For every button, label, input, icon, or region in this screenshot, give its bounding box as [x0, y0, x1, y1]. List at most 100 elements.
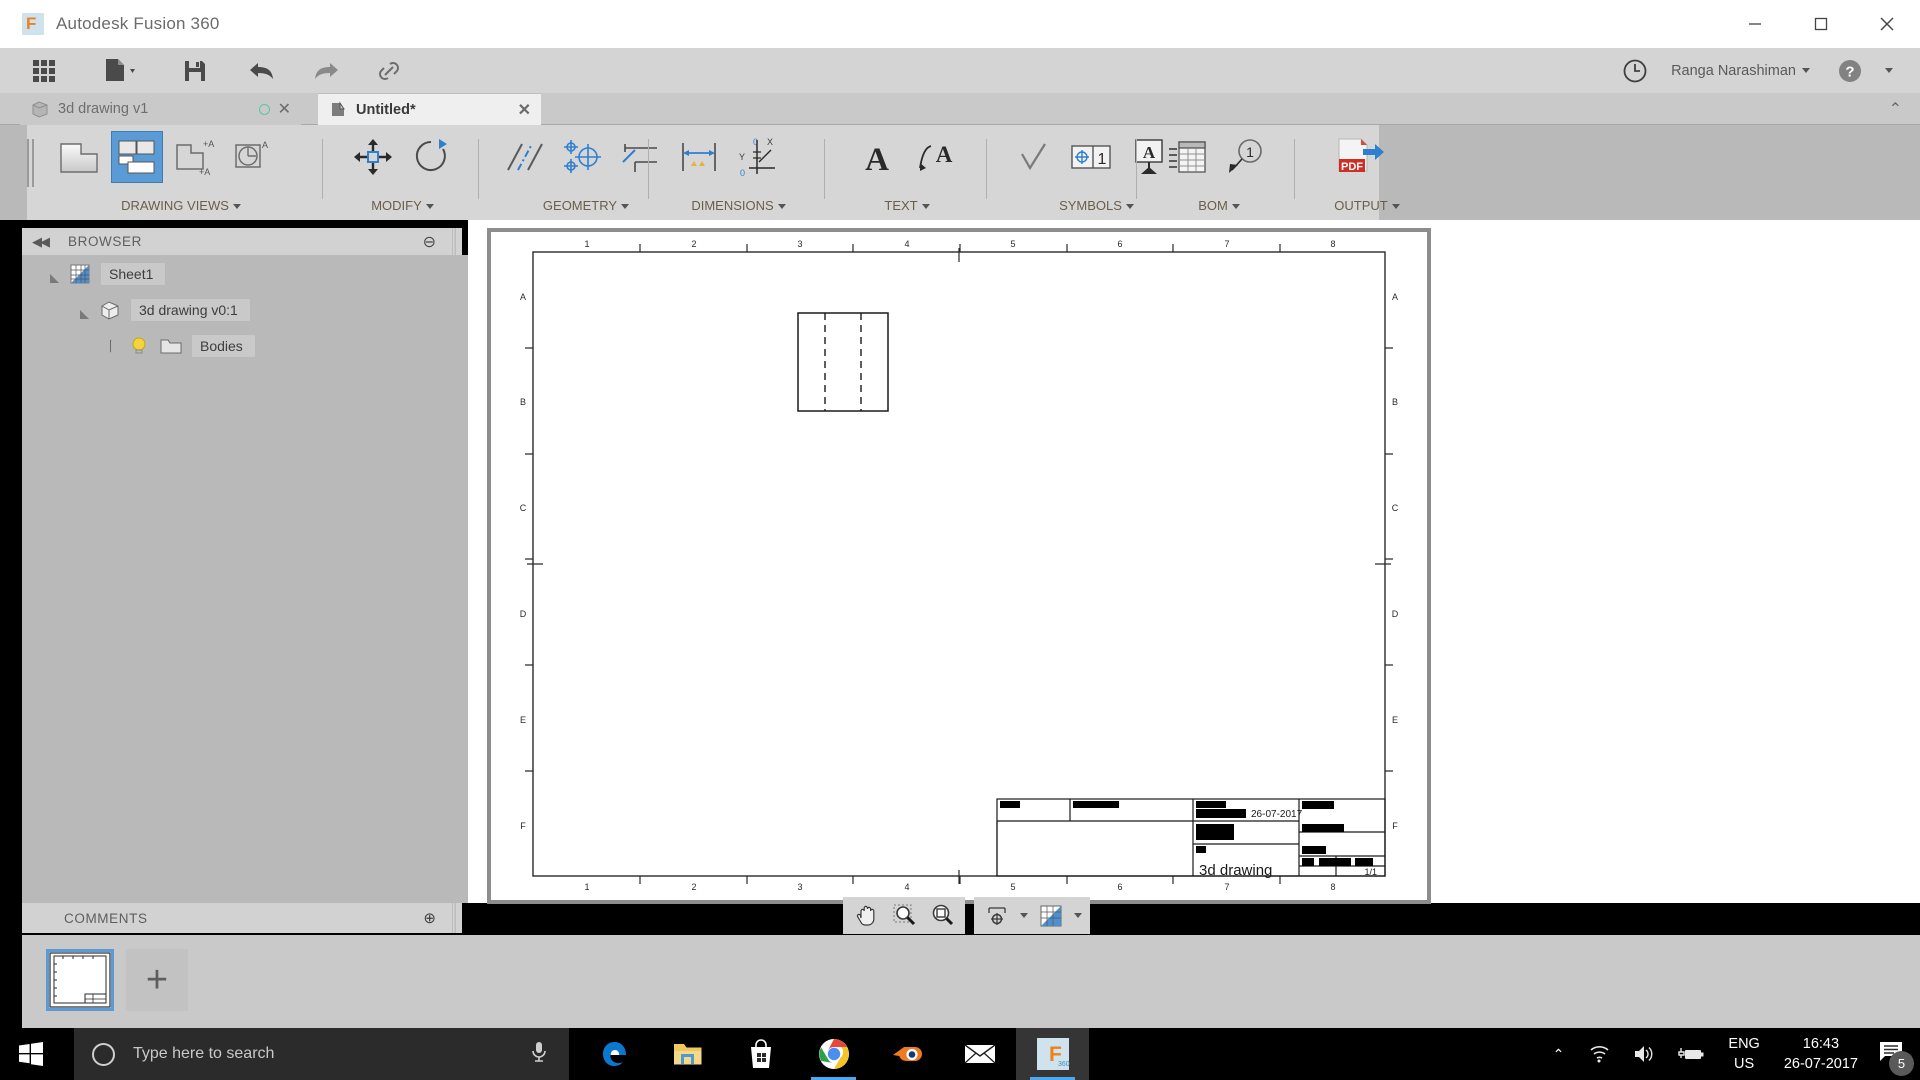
tab-close-icon[interactable]: ✕	[278, 99, 291, 119]
add-sheet-button[interactable]: +	[126, 949, 188, 1011]
ribbon-group-drawing-views: +A +A A DRAWING VIEWS	[46, 125, 316, 220]
blender-icon[interactable]	[870, 1028, 943, 1080]
tab-3d-drawing-v1[interactable]: 3d drawing v1 ✕	[20, 93, 301, 125]
ribbon-group-label[interactable]: MODIFY	[330, 198, 475, 213]
move-view-button[interactable]	[347, 131, 399, 183]
store-icon[interactable]	[724, 1028, 797, 1080]
base-view-button[interactable]	[53, 131, 105, 183]
component-tab-icon	[32, 101, 48, 118]
mail-icon[interactable]	[943, 1028, 1016, 1080]
svg-text:E: E	[520, 715, 526, 725]
show-hidden-icons[interactable]: ⌃	[1553, 1046, 1565, 1063]
collapse-browser-icon[interactable]: ◀◀	[32, 234, 50, 250]
clock[interactable]: 16:43 26-07-2017	[1784, 1034, 1858, 1074]
display-settings-icon[interactable]	[978, 899, 1016, 933]
section-view-button[interactable]: A	[227, 131, 279, 183]
expand-triangle-icon[interactable]	[50, 265, 59, 283]
ordinate-dimension-button[interactable]: 0 X Y 0	[731, 131, 783, 183]
collapse-ribbon-icon[interactable]: ⌃	[1889, 99, 1902, 119]
tab-untitled[interactable]: Untitled* ✕	[318, 93, 541, 125]
browser-item-bodies[interactable]: Bodies	[110, 333, 255, 359]
browser-resize-grip[interactable]	[452, 228, 456, 255]
svg-text:3: 3	[797, 882, 802, 892]
centerline-button[interactable]	[499, 131, 551, 183]
pan-icon[interactable]	[847, 899, 885, 933]
volume-icon[interactable]	[1633, 1044, 1655, 1064]
projected-view-geometry	[797, 312, 889, 412]
help-icon[interactable]: ?	[1828, 48, 1872, 93]
leader-text-button[interactable]: A	[909, 131, 961, 183]
dimension-button[interactable]	[673, 131, 725, 183]
svg-text:+A: +A	[199, 167, 210, 177]
output-pdf-button[interactable]: PDF	[1329, 131, 1389, 183]
minimize-button[interactable]	[1722, 0, 1788, 48]
zoom-fit-icon[interactable]	[923, 899, 961, 933]
chrome-icon[interactable]	[797, 1028, 870, 1080]
svg-text:2: 2	[691, 239, 696, 249]
file-menu-icon[interactable]	[90, 48, 152, 93]
link-icon[interactable]	[360, 48, 418, 93]
close-button[interactable]	[1854, 0, 1920, 48]
svg-text:4: 4	[904, 882, 909, 892]
feature-control-frame-button[interactable]: 1	[1065, 131, 1117, 183]
display-settings-dropdown[interactable]	[1016, 899, 1032, 933]
ribbon-group-label[interactable]: DIMENSIONS	[656, 198, 821, 213]
rotate-view-button[interactable]	[405, 131, 457, 183]
balloon-button[interactable]: 1	[1219, 131, 1271, 183]
ribbon-group-label[interactable]: DRAWING VIEWS	[46, 198, 316, 213]
browser-item-3d-drawing[interactable]: 3d drawing v0:1	[80, 297, 250, 323]
language-line-1: ENG	[1728, 1036, 1760, 1052]
cortana-icon[interactable]	[92, 1042, 115, 1066]
expand-triangle-icon[interactable]	[80, 301, 89, 319]
sheet-settings-icon[interactable]	[1032, 899, 1070, 933]
user-menu[interactable]: Ranga Narashiman	[1659, 48, 1816, 93]
network-icon[interactable]	[1589, 1044, 1611, 1064]
detail-view-button[interactable]: +A +A	[169, 131, 221, 183]
ribbon-group-bom: 1 BOM	[1144, 125, 1294, 220]
app-grid-icon[interactable]	[16, 48, 72, 93]
help-dropdown[interactable]	[1872, 48, 1906, 93]
ribbon-group-text: A A TEXT	[832, 125, 982, 220]
search-box[interactable]: Type here to search	[74, 1028, 569, 1080]
browser-item-sheet1[interactable]: Sheet1	[50, 261, 166, 287]
drawing-sheet[interactable]: 123 456 78 123 456 78 ABC DEF ABC DEF 26…	[487, 228, 1431, 904]
sheet-settings-dropdown[interactable]	[1070, 899, 1086, 933]
ribbon-group-label[interactable]: BOM	[1144, 198, 1294, 213]
microphone-icon[interactable]	[529, 1040, 549, 1069]
surface-texture-button[interactable]	[1007, 131, 1059, 183]
job-status-icon[interactable]	[1611, 48, 1659, 93]
text-button[interactable]: A	[851, 131, 903, 183]
chevron-down-icon	[1802, 68, 1810, 73]
ribbon-group-label[interactable]: TEXT	[832, 198, 982, 213]
search-input[interactable]: Type here to search	[133, 1045, 274, 1063]
battery-icon[interactable]	[1677, 1045, 1705, 1063]
ribbon-grip[interactable]	[27, 139, 39, 187]
comments-title: COMMENTS	[64, 910, 148, 926]
notification-center-icon[interactable]: 5	[1878, 1040, 1914, 1076]
table-button[interactable]	[1161, 131, 1213, 183]
comments-header[interactable]: COMMENTS ⊕	[22, 903, 462, 933]
fusion360-icon[interactable]: F 360	[1016, 1028, 1089, 1080]
undo-icon[interactable]	[234, 48, 292, 93]
browser-item-label: Sheet1	[101, 263, 166, 285]
maximize-button[interactable]	[1788, 0, 1854, 48]
ribbon-group-label[interactable]: OUTPUT	[1302, 198, 1432, 213]
svg-text:Y: Y	[739, 152, 745, 162]
start-button[interactable]	[0, 1028, 62, 1080]
redo-icon[interactable]	[296, 48, 354, 93]
comments-resize-grip[interactable]	[452, 903, 456, 933]
add-comment-icon[interactable]: ⊕	[423, 909, 436, 927]
visibility-bulb-icon[interactable]	[128, 335, 150, 357]
drawing-canvas[interactable]: 123 456 78 123 456 78 ABC DEF ABC DEF 26…	[468, 220, 1920, 904]
save-icon[interactable]	[166, 48, 224, 93]
center-mark-button[interactable]	[557, 131, 609, 183]
edge-icon[interactable]	[578, 1028, 651, 1080]
browser-minimize-icon[interactable]: ⊖	[423, 232, 436, 252]
collapse-triangle-icon[interactable]	[110, 339, 118, 353]
file-explorer-icon[interactable]	[651, 1028, 724, 1080]
sheet-thumbnail-sheet1[interactable]	[46, 949, 114, 1011]
zoom-window-icon[interactable]	[885, 899, 923, 933]
tab-close-icon[interactable]: ✕	[518, 100, 531, 120]
language-indicator[interactable]: ENG US	[1728, 1034, 1759, 1074]
projected-view-button[interactable]	[111, 131, 163, 183]
